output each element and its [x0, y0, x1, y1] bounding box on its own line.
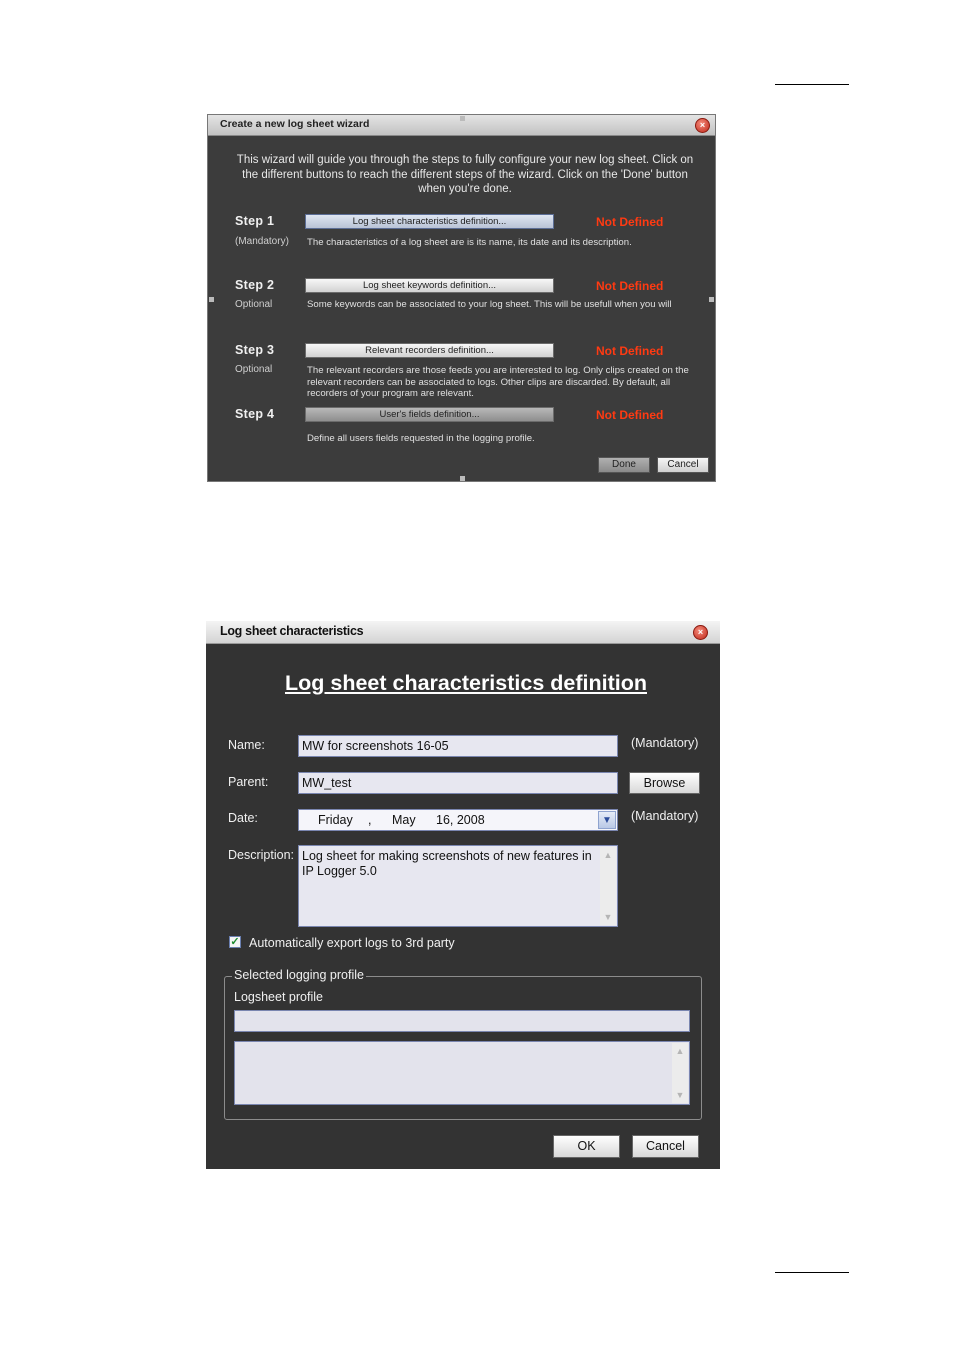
step4-desc: Define all users fields requested in the… [307, 433, 535, 444]
step3-button[interactable]: Relevant recorders definition... [305, 343, 554, 358]
description-textarea[interactable]: Log sheet for making screenshots of new … [298, 845, 618, 927]
chevron-down-icon[interactable]: ▼ [598, 811, 616, 829]
date-day: Friday [318, 813, 353, 827]
wizard-title: Create a new log sheet wizard [220, 118, 370, 130]
date-day-year: 16, 2008 [436, 813, 485, 827]
step4-status: Not Defined [596, 408, 664, 422]
step1-title: Step 1 [235, 214, 275, 228]
date-picker[interactable]: Friday , May 16, 2008 ▼ [298, 809, 618, 831]
step1-status: Not Defined [596, 215, 664, 229]
step2-desc: Some keywords can be associated to your … [307, 299, 672, 310]
step2-title: Step 2 [235, 278, 275, 292]
step3-sub: Optional [235, 364, 273, 375]
parent-input[interactable]: MW_test [298, 772, 618, 794]
auto-export-checkbox[interactable]: ✓ [229, 936, 241, 948]
description-label: Description: [228, 848, 294, 862]
scroll-down-icon[interactable]: ▼ [602, 911, 614, 923]
description-text: Log sheet for making screenshots of new … [302, 849, 592, 878]
browse-button[interactable]: Browse [629, 772, 700, 794]
step3-title: Step 3 [235, 343, 275, 357]
resize-handle-top[interactable] [460, 116, 465, 121]
logsheet-profile-details[interactable]: ▲ ▼ [234, 1041, 690, 1105]
resize-handle-bottom[interactable] [460, 476, 465, 481]
characteristics-window-title: Log sheet characteristics [220, 624, 364, 638]
step4-button[interactable]: User's fields definition... [305, 407, 554, 422]
step4-title: Step 4 [235, 407, 275, 421]
characteristics-dialog: Log sheet characteristics × Log sheet ch… [206, 621, 720, 1169]
close-icon[interactable]: × [693, 625, 708, 640]
characteristics-titlebar[interactable]: Log sheet characteristics × [206, 621, 720, 644]
step2-button[interactable]: Log sheet keywords definition... [305, 278, 554, 293]
cancel-button[interactable]: Cancel [657, 457, 709, 473]
scroll-up-icon[interactable]: ▲ [602, 849, 614, 861]
date-label: Date: [228, 811, 258, 825]
header-rule [775, 84, 849, 85]
step1-button[interactable]: Log sheet characteristics definition... [305, 214, 554, 229]
description-scrollbar[interactable]: ▲ ▼ [600, 847, 616, 925]
step2-status: Not Defined [596, 279, 664, 293]
close-icon[interactable]: × [695, 118, 710, 133]
logsheet-profile-label: Logsheet profile [234, 990, 323, 1004]
scroll-up-icon[interactable]: ▲ [674, 1045, 686, 1057]
name-mandatory-note: (Mandatory) [631, 736, 699, 750]
step1-sub: (Mandatory) [235, 236, 289, 247]
scroll-down-icon[interactable]: ▼ [674, 1089, 686, 1101]
page-title: Log sheet characteristics definition [284, 671, 647, 695]
done-button[interactable]: Done [598, 457, 650, 473]
parent-label: Parent: [228, 775, 269, 789]
wizard-dialog: Create a new log sheet wizard × This wiz… [207, 114, 716, 482]
logging-profile-group-label: Selected logging profile [232, 968, 366, 982]
profile-details-scrollbar[interactable]: ▲ ▼ [672, 1043, 688, 1103]
step1-desc: The characteristics of a log sheet are i… [307, 237, 632, 248]
step3-status: Not Defined [596, 344, 664, 358]
name-input[interactable]: MW for screenshots 16-05 [298, 735, 618, 757]
step3-desc: The relevant recorders are those feeds y… [307, 365, 689, 399]
wizard-intro: This wizard will guide you through the s… [236, 154, 694, 195]
resize-handle-left[interactable] [209, 297, 214, 302]
logsheet-profile-select[interactable] [234, 1010, 690, 1032]
date-separator: , [368, 813, 372, 827]
auto-export-label: Automatically export logs to 3rd party [249, 936, 455, 950]
step2-sub: Optional [235, 299, 273, 310]
name-label: Name: [228, 738, 265, 752]
date-mandatory-note: (Mandatory) [631, 809, 699, 823]
date-month: May [392, 813, 416, 827]
resize-handle-right[interactable] [709, 297, 714, 302]
ok-button[interactable]: OK [553, 1135, 620, 1158]
footer-rule [775, 1272, 849, 1273]
cancel-button[interactable]: Cancel [632, 1135, 699, 1158]
